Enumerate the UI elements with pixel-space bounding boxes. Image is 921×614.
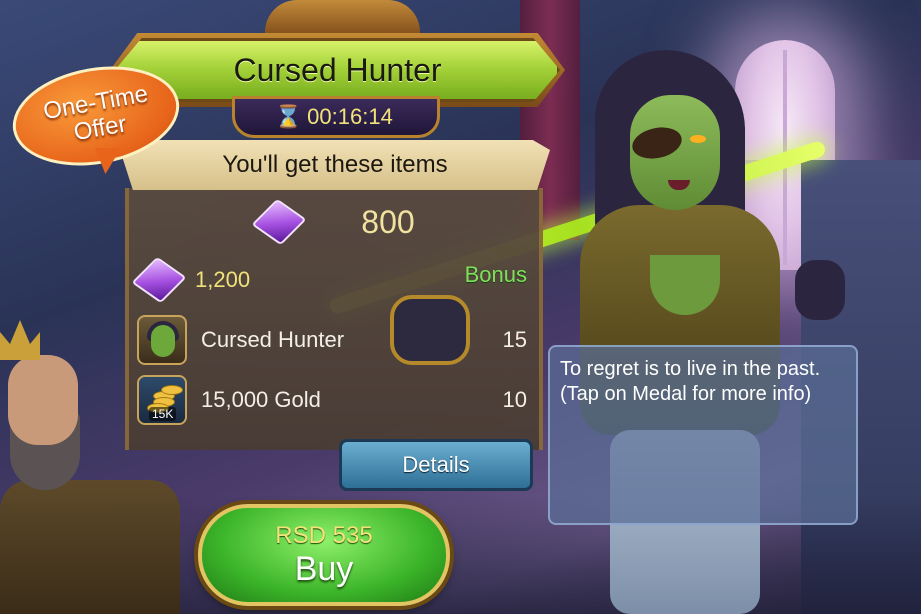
- gold-badge: 15K: [149, 407, 177, 421]
- hero-quote-tooltip: To regret is to live in the past. (Tap o…: [548, 345, 858, 525]
- hero-fist-illustration: [390, 295, 470, 365]
- hero-medal-qty: 15: [502, 327, 527, 352]
- offer-title: Cursed Hunter: [233, 51, 442, 88]
- details-button[interactable]: Details: [339, 439, 533, 491]
- tooltip-line1: To regret is to live in the past.: [560, 358, 821, 380]
- purple-gem-icon: [251, 198, 307, 246]
- purple-gem-icon: [131, 256, 187, 304]
- buy-price: RSD 535: [275, 521, 373, 549]
- timer-text: 00:16:14: [307, 104, 393, 129]
- buy-button[interactable]: RSD 535 Buy: [198, 504, 450, 606]
- gold-label: 15,000 Gold: [201, 387, 321, 412]
- hero-medal-label: Cursed Hunter: [201, 327, 345, 352]
- gold-qty: 10: [502, 387, 527, 412]
- hourglass-icon: ⌛: [274, 104, 302, 130]
- hero-illustration: [540, 40, 845, 614]
- offer-timer: ⌛ 00:16:14: [232, 96, 440, 138]
- main-reward-row: 800: [137, 196, 535, 248]
- gold-row[interactable]: 15K 15,000 Gold 10: [137, 372, 535, 428]
- buy-label: Buy: [294, 549, 354, 588]
- cursed-hunter-medal-icon[interactable]: [137, 315, 187, 365]
- bonus-gems-row: 1,200 Bonus: [131, 252, 535, 308]
- items-header: You'll get these items: [222, 151, 448, 178]
- gold-pile-icon[interactable]: 15K: [137, 375, 187, 425]
- main-reward-amount: 800: [361, 203, 415, 240]
- bonus-tag: Bonus: [464, 262, 527, 287]
- bonus-gems-amount: 1,200: [195, 267, 251, 292]
- tooltip-line2: (Tap on Medal for more info): [560, 383, 812, 405]
- hero-medal-row[interactable]: Cursed Hunter 15: [137, 312, 535, 368]
